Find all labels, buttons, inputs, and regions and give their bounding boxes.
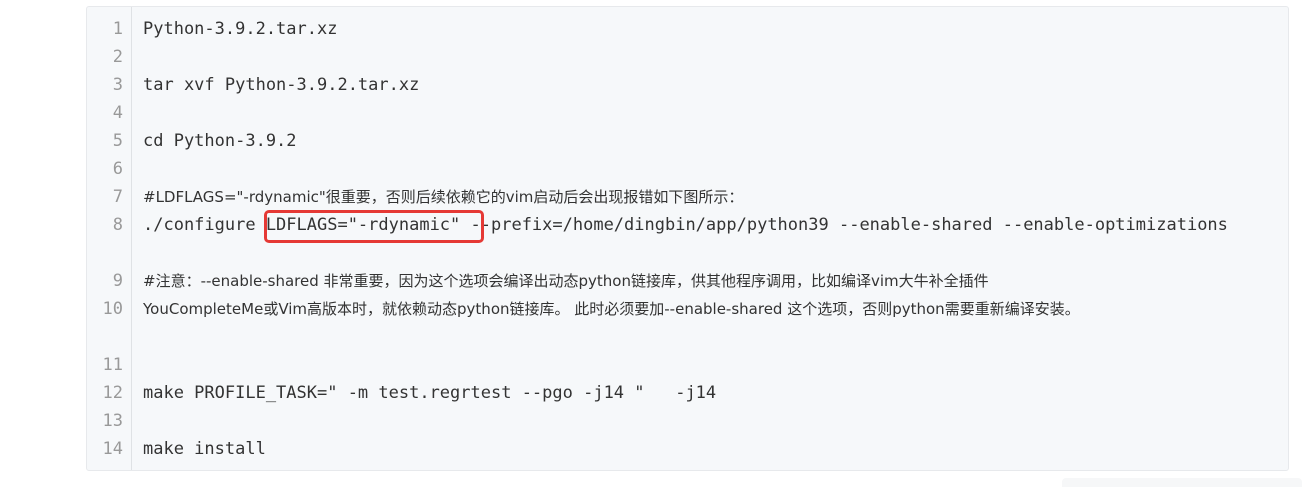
line-number: 14	[102, 439, 123, 459]
code-comment-line: #LDFLAGS="-rdynamic"很重要，否则后续依赖它的vim启动后会出…	[143, 188, 744, 206]
line-number: 1	[112, 19, 123, 39]
code-line: cd Python-3.9.2	[143, 131, 297, 151]
code-comment-line: YouCompleteMe或Vim高版本时，就依赖动态python链接库。 此时…	[143, 300, 1080, 318]
line-number: 3	[112, 75, 123, 95]
line-number: 7	[112, 187, 123, 207]
line-number: 11	[102, 355, 123, 375]
line-number: 5	[112, 131, 123, 151]
line-number: 13	[102, 411, 123, 431]
code-block: 1 2 3 4 5 6 7 8 9 10 11 12 13 14 Python-…	[86, 6, 1289, 471]
line-number: 10	[102, 299, 123, 319]
code-line: tar xvf Python-3.9.2.tar.xz	[143, 75, 420, 95]
bottom-partial-tab	[1062, 478, 1302, 487]
ldflags-highlight-annotation	[264, 210, 484, 243]
code-line: make install	[143, 439, 266, 459]
line-number: 12	[102, 383, 123, 403]
line-number: 6	[112, 159, 123, 179]
line-number: 9	[112, 271, 123, 291]
line-number: 8	[112, 215, 123, 235]
code-line: Python-3.9.2.tar.xz	[143, 19, 338, 39]
code-comment-line: #注意：--enable-shared 非常重要，因为这个选项会编译出动态pyt…	[143, 272, 989, 290]
code-line: make PROFILE_TASK=" -m test.regrtest --p…	[143, 383, 717, 403]
line-number: 2	[112, 47, 123, 67]
line-number: 4	[112, 103, 123, 123]
line-number-gutter: 1 2 3 4 5 6 7 8 9 10 11 12 13 14	[87, 7, 132, 470]
